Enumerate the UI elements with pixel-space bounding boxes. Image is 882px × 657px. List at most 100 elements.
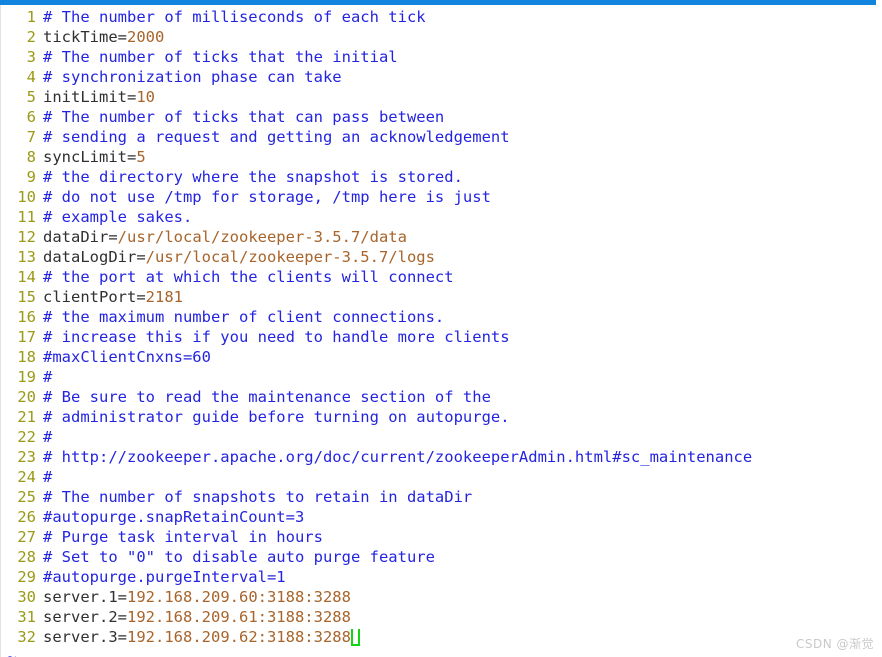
code-line[interactable]: 24 # xyxy=(0,467,882,487)
line-number: 18 xyxy=(17,348,36,366)
code-line-content: # synchronization phase can take xyxy=(43,68,342,86)
code-line-content: server.2=192.168.209.61:3188:3288 xyxy=(43,608,351,626)
line-number: 13 xyxy=(17,248,36,266)
code-line[interactable]: 25 # The number of snapshots to retain in… xyxy=(0,487,882,507)
code-line-content: clientPort=2181 xyxy=(43,288,183,306)
line-number: 10 xyxy=(17,188,36,206)
code-line-content: # xyxy=(43,368,52,386)
line-number: 4 xyxy=(26,68,36,86)
token-key: syncLimit xyxy=(43,148,127,166)
code-line[interactable]: 32 server.3=192.168.209.62:3188:3288 xyxy=(0,627,882,647)
code-line[interactable]: 6 # The number of ticks that can pass bet… xyxy=(0,107,882,127)
screenshot-root: 1 # The number of milliseconds of each ti… xyxy=(0,0,882,657)
code-line[interactable]: 4 # synchronization phase can take xyxy=(0,67,882,87)
token-key: server.1 xyxy=(43,588,118,606)
code-line[interactable]: 5 initLimit=10 xyxy=(0,87,882,107)
token-val: 192.168.209.60:3188:3288 xyxy=(127,588,351,606)
token-key: server.3 xyxy=(43,628,118,646)
end-of-buffer-marker: ~ xyxy=(7,648,17,657)
code-line[interactable]: 31 server.2=192.168.209.61:3188:3288 xyxy=(0,607,882,627)
code-line[interactable]: 22 # xyxy=(0,427,882,447)
code-line[interactable]: 13 dataLogDir=/usr/local/zookeeper-3.5.7/… xyxy=(0,247,882,267)
line-number: 31 xyxy=(17,608,36,626)
code-line-content: # the directory where the snapshot is st… xyxy=(43,168,463,186)
code-line[interactable]: 15 clientPort=2181 xyxy=(0,287,882,307)
code-line[interactable]: 17 # increase this if you need to handle … xyxy=(0,327,882,347)
line-number: 1 xyxy=(26,8,36,26)
token-comment: # the directory where the snapshot is st… xyxy=(43,168,463,186)
token-val: 192.168.209.61:3188:3288 xyxy=(127,608,351,626)
code-line[interactable]: 7 # sending a request and getting an ackn… xyxy=(0,127,882,147)
code-line-content: # Be sure to read the maintenance sectio… xyxy=(43,388,491,406)
code-line-content: # The number of ticks that can pass betw… xyxy=(43,108,444,126)
code-line-content: # xyxy=(43,468,52,486)
code-line[interactable]: 1 # The number of milliseconds of each ti… xyxy=(0,7,882,27)
token-val: /usr/local/zookeeper-3.5.7/data xyxy=(117,228,407,246)
token-comment: # Be sure to read the maintenance sectio… xyxy=(43,388,491,406)
code-line[interactable]: 14 # the port at which the clients will c… xyxy=(0,267,882,287)
code-line[interactable]: 23 # http://zookeeper.apache.org/doc/curr… xyxy=(0,447,882,467)
token-val: 5 xyxy=(136,148,146,166)
token-comment: # The number of snapshots to retain in d… xyxy=(43,488,473,506)
token-comment: # increase this if you need to handle mo… xyxy=(43,328,510,346)
code-line-content: dataDir=/usr/local/zookeeper-3.5.7/data xyxy=(43,228,407,246)
code-line-content: # the maximum number of client connectio… xyxy=(43,308,444,326)
code-line[interactable]: 12 dataDir=/usr/local/zookeeper-3.5.7/dat… xyxy=(0,227,882,247)
line-number: 7 xyxy=(26,128,36,146)
code-line[interactable]: 21 # administrator guide before turning o… xyxy=(0,407,882,427)
code-line[interactable]: 19 # xyxy=(0,367,882,387)
code-line[interactable]: 8 syncLimit=5 xyxy=(0,147,882,167)
code-line-content: # example sakes. xyxy=(43,208,192,226)
token-key: tickTime xyxy=(43,28,118,46)
code-line-content: #autopurge.snapRetainCount=3 xyxy=(43,508,304,526)
token-val: 2000 xyxy=(127,28,165,46)
line-number: 28 xyxy=(17,548,36,566)
code-line[interactable]: 20 # Be sure to read the maintenance sect… xyxy=(0,387,882,407)
token-comment: # xyxy=(43,468,53,486)
line-number: 11 xyxy=(17,208,36,226)
token-comment: # the port at which the clients will con… xyxy=(43,268,454,286)
code-line-content: dataLogDir=/usr/local/zookeeper-3.5.7/lo… xyxy=(43,248,435,266)
code-line[interactable]: 10 # do not use /tmp for storage, /tmp he… xyxy=(0,187,882,207)
token-comment: #autopurge.snapRetainCount=3 xyxy=(43,508,305,526)
line-number: 9 xyxy=(26,168,36,186)
token-key: dataDir xyxy=(43,228,109,246)
code-line[interactable]: 26 #autopurge.snapRetainCount=3 xyxy=(0,507,882,527)
token-key: server.2 xyxy=(43,608,118,626)
token-comment: # do not use /tmp for storage, /tmp here… xyxy=(43,188,491,206)
line-number: 2 xyxy=(26,28,36,46)
code-line[interactable]: 9 # the directory where the snapshot is s… xyxy=(0,167,882,187)
token-comment: # sending a request and getting an ackno… xyxy=(43,128,510,146)
line-number: 25 xyxy=(17,488,36,506)
code-line[interactable]: 30 server.1=192.168.209.60:3188:3288 xyxy=(0,587,882,607)
code-line[interactable]: 16 # the maximum number of client connect… xyxy=(0,307,882,327)
code-line-content: tickTime=2000 xyxy=(43,28,164,46)
token-comment: # administrator guide before turning on … xyxy=(43,408,510,426)
token-comment: # example sakes. xyxy=(43,208,193,226)
code-line-content: # xyxy=(43,428,52,446)
code-line[interactable]: 18 #maxClientCnxns=60 xyxy=(0,347,882,367)
code-line[interactable]: 2 tickTime=2000 xyxy=(0,27,882,47)
text-editor-buffer[interactable]: 1 # The number of milliseconds of each ti… xyxy=(0,5,882,657)
code-line[interactable]: 3 # The number of ticks that the initial xyxy=(0,47,882,67)
code-line-content: syncLimit=5 xyxy=(43,148,146,166)
token-comment: # the maximum number of client connectio… xyxy=(43,308,445,326)
line-number: 14 xyxy=(17,268,36,286)
line-number: 21 xyxy=(17,408,36,426)
token-comment: #autopurge.purgeInterval=1 xyxy=(43,568,286,586)
code-line[interactable]: 29 #autopurge.purgeInterval=1 xyxy=(0,567,882,587)
line-number: 22 xyxy=(17,428,36,446)
code-line-content: # the port at which the clients will con… xyxy=(43,268,454,286)
line-number: 27 xyxy=(17,528,36,546)
line-number: 17 xyxy=(17,328,36,346)
code-line-content: # The number of milliseconds of each tic… xyxy=(43,8,426,26)
code-line[interactable]: 28 # Set to "0" to disable auto purge fea… xyxy=(0,547,882,567)
code-line[interactable]: 27 # Purge task interval in hours xyxy=(0,527,882,547)
code-line-content: # Purge task interval in hours xyxy=(43,528,323,546)
code-line-content: # do not use /tmp for storage, /tmp here… xyxy=(43,188,491,206)
code-line-content: # http://zookeeper.apache.org/doc/curren… xyxy=(43,448,752,466)
token-key: clientPort xyxy=(43,288,137,306)
csdn-watermark: CSDN @渐觉 xyxy=(795,637,874,651)
line-number: 29 xyxy=(17,568,36,586)
code-line[interactable]: 11 # example sakes. xyxy=(0,207,882,227)
